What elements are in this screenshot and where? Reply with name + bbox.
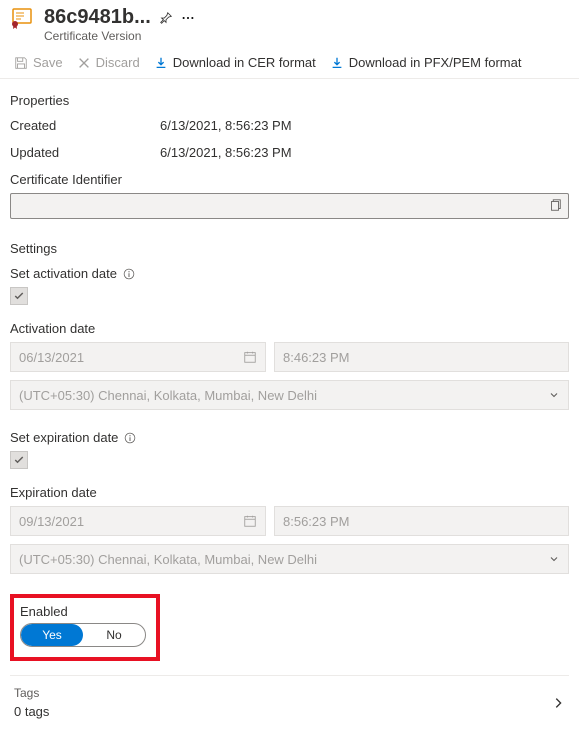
pin-icon[interactable]	[159, 11, 173, 25]
expiration-date-input[interactable]: 09/13/2021	[10, 506, 266, 536]
page-header: 86c9481b... Certificate Version	[0, 0, 579, 47]
created-value: 6/13/2021, 8:56:23 PM	[160, 118, 569, 133]
set-activation-label: Set activation date	[10, 266, 117, 281]
info-icon[interactable]	[124, 432, 136, 444]
identifier-label: Certificate Identifier	[10, 172, 569, 187]
copy-icon[interactable]	[548, 198, 562, 212]
download-pfx-button[interactable]: Download in PFX/PEM format	[330, 55, 522, 70]
activation-time-input[interactable]: 8:46:23 PM	[274, 342, 569, 372]
expiration-time-input[interactable]: 8:56:23 PM	[274, 506, 569, 536]
info-icon[interactable]	[123, 268, 135, 280]
expiration-checkbox[interactable]	[10, 451, 28, 469]
certificate-icon	[10, 6, 34, 30]
download-cer-button[interactable]: Download in CER format	[154, 55, 316, 70]
expiration-date-label: Expiration date	[10, 485, 569, 500]
created-label: Created	[10, 118, 160, 133]
download-icon	[154, 56, 168, 70]
enabled-highlight: Enabled Yes No	[10, 594, 160, 661]
discard-button: Discard	[77, 55, 140, 70]
enabled-no[interactable]: No	[83, 624, 145, 646]
enabled-toggle[interactable]: Yes No	[20, 623, 146, 647]
chevron-down-icon	[548, 553, 560, 565]
tags-row[interactable]: Tags 0 tags	[10, 675, 569, 729]
properties-heading: Properties	[10, 93, 569, 108]
toolbar: Save Discard Download in CER format Down…	[0, 47, 579, 79]
page-subtitle: Certificate Version	[44, 29, 569, 43]
tags-count: 0 tags	[14, 704, 49, 719]
calendar-icon	[243, 350, 257, 364]
updated-value: 6/13/2021, 8:56:23 PM	[160, 145, 569, 160]
settings-heading: Settings	[10, 241, 569, 256]
save-button: Save	[14, 55, 63, 70]
more-icon[interactable]	[181, 11, 195, 25]
page-title: 86c9481b...	[44, 6, 151, 29]
enabled-yes[interactable]: Yes	[21, 624, 83, 646]
tags-label: Tags	[14, 686, 49, 700]
enabled-label: Enabled	[20, 604, 146, 619]
identifier-field[interactable]	[10, 193, 569, 219]
check-icon	[13, 290, 25, 302]
save-icon	[14, 56, 28, 70]
chevron-right-icon	[551, 696, 565, 710]
activation-checkbox[interactable]	[10, 287, 28, 305]
check-icon	[13, 454, 25, 466]
updated-label: Updated	[10, 145, 160, 160]
expiration-tz-select[interactable]: (UTC+05:30) Chennai, Kolkata, Mumbai, Ne…	[10, 544, 569, 574]
discard-icon	[77, 56, 91, 70]
activation-tz-select[interactable]: (UTC+05:30) Chennai, Kolkata, Mumbai, Ne…	[10, 380, 569, 410]
calendar-icon	[243, 514, 257, 528]
set-expiration-label: Set expiration date	[10, 430, 118, 445]
download-icon	[330, 56, 344, 70]
activation-date-input[interactable]: 06/13/2021	[10, 342, 266, 372]
activation-date-label: Activation date	[10, 321, 569, 336]
chevron-down-icon	[548, 389, 560, 401]
